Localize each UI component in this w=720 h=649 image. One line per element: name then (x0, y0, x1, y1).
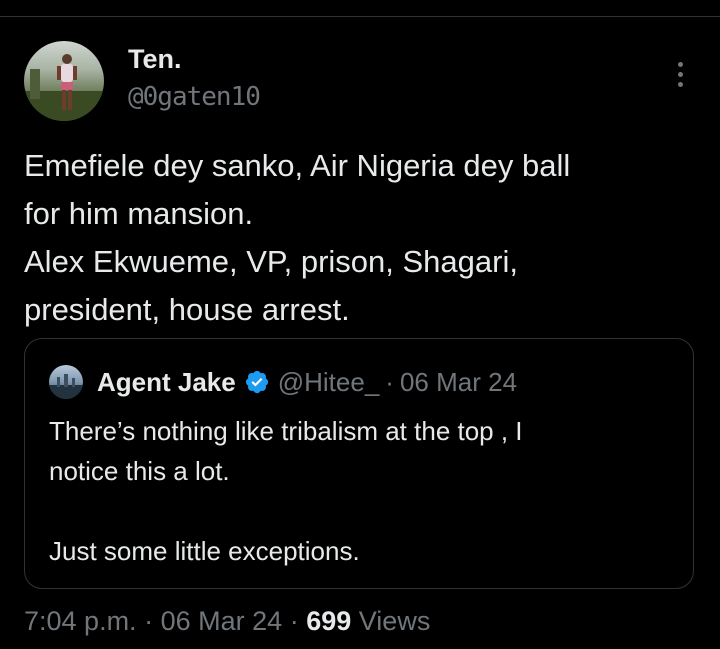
views-count: 699 (306, 606, 352, 636)
views-label: Views (358, 606, 431, 636)
avatar-photo (24, 54, 104, 121)
tweet-line: Emefiele dey sanko, Air Nigeria dey ball (24, 148, 571, 183)
quoted-tweet-text: There’s nothing like tribalism at the to… (49, 411, 669, 571)
quoted-separator: · (385, 366, 394, 397)
tweet-line: president, house arrest. (24, 292, 350, 327)
tweet-meta: 7:04 p.m. · 06 Mar 24 · 699 Views (24, 606, 430, 637)
tweet-date[interactable]: 06 Mar 24 (161, 606, 283, 636)
quoted-avatar-photo (49, 374, 83, 399)
quoted-tweet-card[interactable]: Agent Jake @Hitee_ · 06 Mar 24 There’s n… (24, 338, 694, 589)
author-avatar[interactable] (24, 41, 104, 121)
quoted-tweet-header: Agent Jake @Hitee_ · 06 Mar 24 (97, 365, 517, 399)
meta-separator: · (144, 606, 154, 636)
tweet-line: Alex Ekwueme, VP, prison, Shagari, (24, 244, 518, 279)
more-options-button[interactable] (664, 56, 696, 92)
more-vertical-icon-dot (677, 81, 683, 87)
quoted-author-handle[interactable]: @Hitee_ (278, 367, 380, 398)
tweet-time[interactable]: 7:04 p.m. (24, 606, 137, 636)
author-handle[interactable]: @0gaten10 (128, 82, 261, 112)
quoted-line (49, 491, 669, 531)
verified-badge-icon (245, 370, 268, 394)
more-vertical-icon (677, 61, 683, 67)
more-vertical-icon-dot (677, 71, 683, 77)
author-display-name[interactable]: Ten. (128, 44, 182, 75)
quoted-author-name[interactable]: Agent Jake (97, 367, 236, 398)
quoted-line: There’s nothing like tribalism at the to… (49, 416, 523, 446)
quoted-author-avatar[interactable] (49, 365, 83, 399)
tweet-text: Emefiele dey sanko, Air Nigeria dey ball… (24, 142, 704, 334)
meta-separator: · (289, 606, 299, 636)
quoted-date[interactable]: 06 Mar 24 (400, 367, 517, 398)
quoted-line: Just some little exceptions. (49, 536, 360, 566)
quoted-line: notice this a lot. (49, 456, 230, 486)
top-divider (0, 16, 720, 17)
tweet-line: for him mansion. (24, 196, 254, 231)
